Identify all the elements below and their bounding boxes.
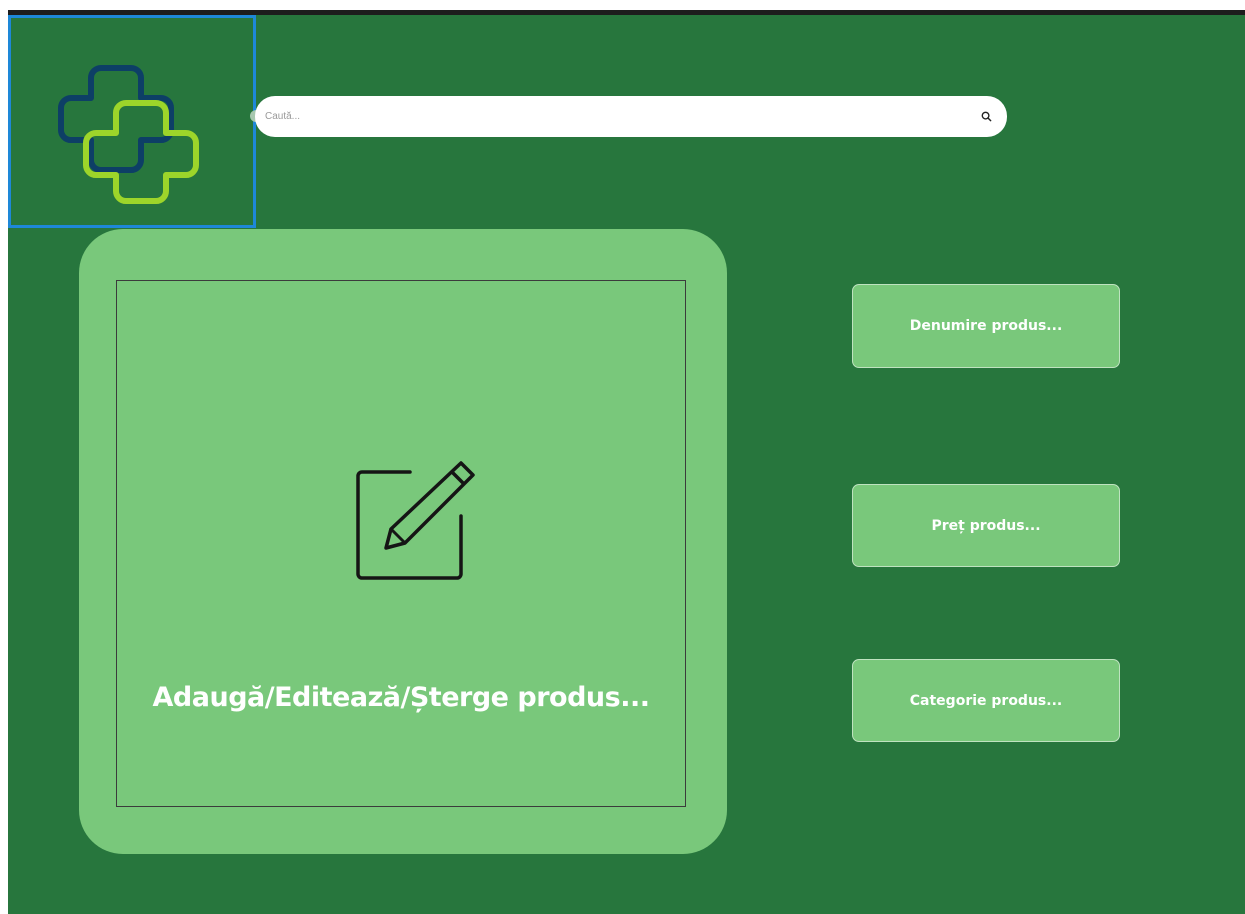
product-name-button[interactable]: Denumire produs...: [852, 284, 1120, 368]
product-price-label: Preț produs...: [931, 517, 1041, 534]
logo-container[interactable]: [8, 15, 256, 228]
search-bar[interactable]: [255, 96, 1007, 137]
product-management-label: Adaugă/Editează/Șterge produs...: [152, 682, 650, 713]
product-category-label: Categorie produs...: [909, 692, 1063, 709]
product-name-label: Denumire produs...: [909, 318, 1063, 334]
product-price-button[interactable]: Preț produs...: [852, 484, 1120, 567]
search-icon[interactable]: [979, 110, 993, 124]
search-input[interactable]: [265, 111, 979, 122]
edit-icon: [356, 461, 475, 580]
medical-cross-logo-icon: [58, 65, 199, 204]
product-category-button[interactable]: Categorie produs...: [852, 659, 1120, 742]
